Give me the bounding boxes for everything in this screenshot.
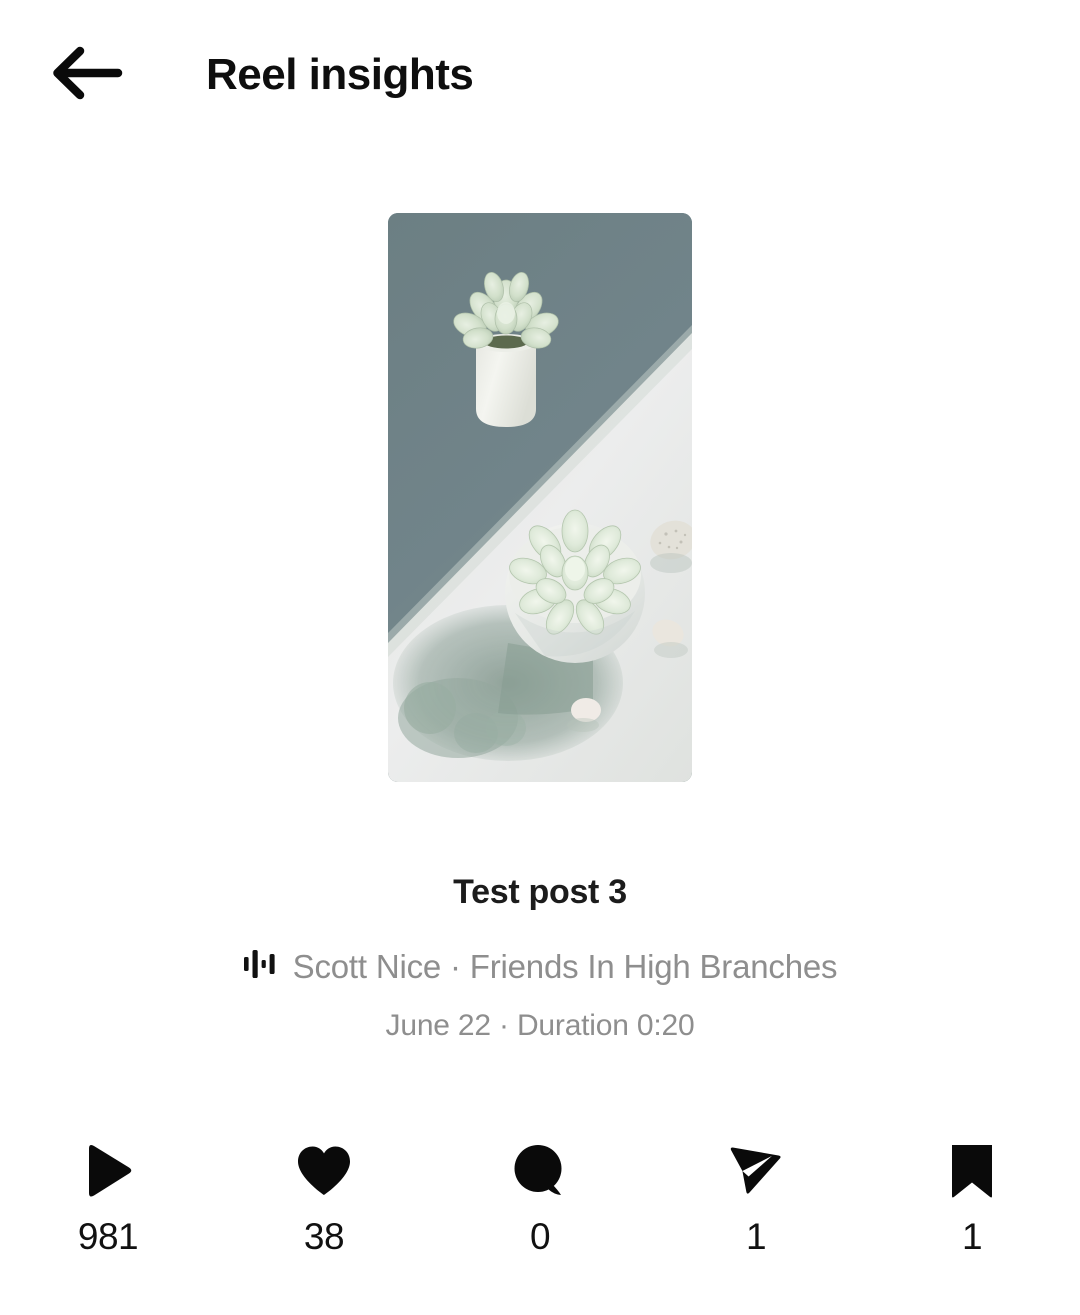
stat-likes[interactable]: 38: [216, 1140, 432, 1255]
back-button[interactable]: [38, 27, 134, 123]
reel-thumbnail-image: [388, 213, 692, 782]
stat-shares-value: 1: [746, 1218, 766, 1255]
stat-shares[interactable]: 1: [648, 1140, 864, 1255]
stat-comments-value: 0: [530, 1218, 550, 1255]
share-icon: [727, 1140, 785, 1202]
stat-saves[interactable]: 1: [864, 1140, 1080, 1255]
post-title: Test post 3: [0, 872, 1080, 913]
heart-icon: [295, 1140, 353, 1202]
stat-saves-value: 1: [962, 1218, 982, 1255]
bookmark-icon: [948, 1140, 996, 1202]
stat-comments[interactable]: 0: [432, 1140, 648, 1255]
page-title: Reel insights: [206, 53, 473, 97]
stat-plays[interactable]: 981: [0, 1140, 216, 1255]
post-caption-block: Test post 3 Scott Nice · Friends In High…: [0, 872, 1080, 1044]
stat-likes-value: 38: [304, 1218, 344, 1255]
play-icon: [81, 1140, 135, 1202]
stats-row: 981 38 0: [0, 1140, 1080, 1255]
audio-row[interactable]: Scott Nice · Friends In High Branches: [0, 947, 1080, 987]
comment-icon: [511, 1140, 569, 1202]
arrow-left-icon: [48, 42, 124, 109]
audio-label: Scott Nice · Friends In High Branches: [293, 947, 838, 987]
app-header: Reel insights: [0, 0, 1080, 150]
audio-waveform-icon: [243, 948, 277, 985]
post-meta: June 22 · Duration 0:20: [0, 1008, 1080, 1044]
reel-thumbnail[interactable]: [388, 213, 692, 782]
stat-plays-value: 981: [78, 1218, 138, 1255]
reel-insights-screen: Reel insights: [0, 0, 1080, 1315]
